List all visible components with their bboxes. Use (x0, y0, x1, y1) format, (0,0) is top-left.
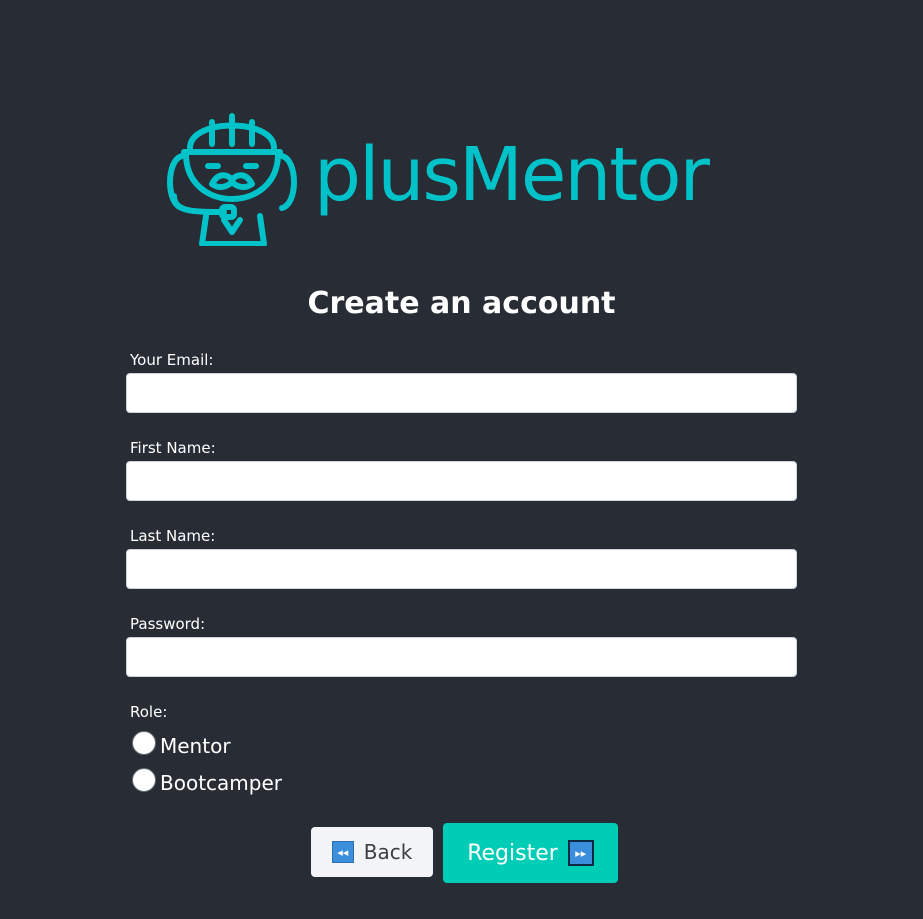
password-label: Password: (130, 615, 206, 633)
back-button[interactable]: ◂◂ Back (311, 827, 433, 877)
password-field[interactable] (126, 637, 797, 677)
bootcamper-radio-label[interactable]: Bootcamper (160, 771, 282, 795)
page-title: Create an account (307, 286, 616, 321)
register-button-label: Register (467, 840, 558, 866)
first-name-label: First Name: (130, 439, 216, 457)
last-name-label: Last Name: (130, 527, 216, 545)
bootcamper-radio[interactable] (132, 768, 156, 792)
fast-forward-icon: ▸▸ (567, 840, 594, 866)
mentor-radio-label[interactable]: Mentor (160, 734, 231, 758)
back-button-label: Back (363, 840, 413, 864)
last-name-field[interactable] (126, 549, 797, 589)
mentor-radio[interactable] (132, 731, 156, 755)
email-field[interactable] (126, 373, 797, 413)
role-option-mentor[interactable]: Mentor (132, 728, 231, 758)
brand-logo: plusMentor (164, 104, 710, 246)
mentor-mascot-icon (167, 113, 297, 246)
role-option-bootcamper[interactable]: Bootcamper (132, 765, 282, 795)
email-label: Your Email: (130, 351, 214, 369)
brand-name: plusMentor (314, 132, 710, 218)
role-label: Role: (130, 703, 168, 721)
rewind-icon: ◂◂ (331, 841, 354, 863)
first-name-field[interactable] (126, 461, 797, 501)
register-button[interactable]: Register ▸▸ (443, 823, 618, 883)
